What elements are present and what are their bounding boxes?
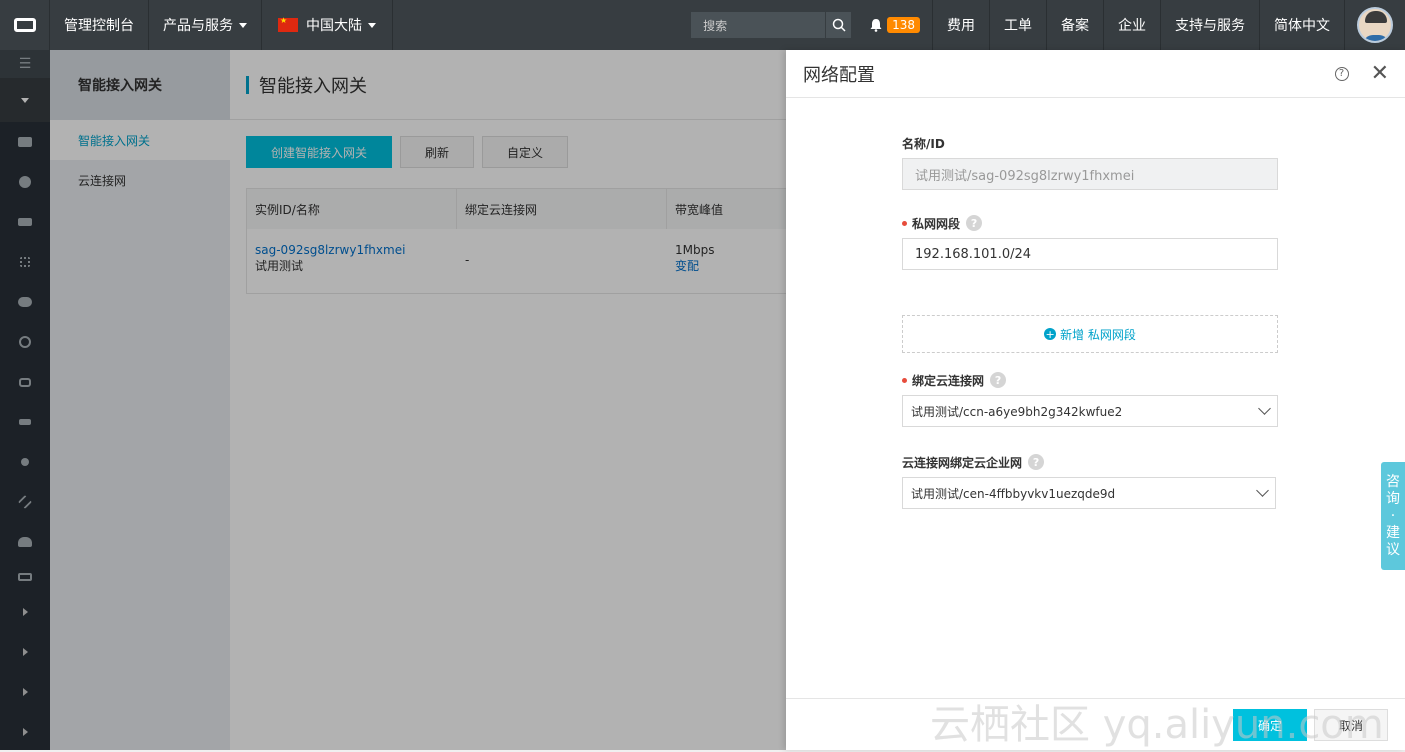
avatar [1357, 7, 1393, 43]
name-id-field: 试用测试/sag-092sg8lzrwy1fhxmei [902, 158, 1278, 190]
console-link[interactable]: 管理控制台 [50, 0, 149, 50]
consult-suggest-tab[interactable]: 咨 询 · 建 议 [1381, 462, 1405, 570]
chevron-down-icon [1258, 402, 1271, 415]
add-cidr-label: 新增 私网网段 [1060, 327, 1136, 342]
name-label: 名称/ID [902, 134, 1278, 152]
drawer-header: 网络配置 ? ✕ [786, 50, 1405, 98]
top-link-icp[interactable]: 备案 [1047, 0, 1104, 50]
network-config-drawer: 网络配置 ? ✕ 名称/ID 试用测试/sag-092sg8lzrwy1fhxm… [786, 50, 1405, 750]
aliyun-logo-icon[interactable] [0, 0, 50, 50]
cen-label-text: 云连接网绑定云企业网 [902, 455, 1023, 470]
top-link-tickets[interactable]: 工单 [990, 0, 1047, 50]
top-link-support[interactable]: 支持与服务 [1161, 0, 1260, 50]
chevron-down-icon [1256, 484, 1269, 497]
top-link-label: 工单 [1004, 18, 1032, 34]
consult-char: · [1390, 507, 1396, 524]
notification-count-badge: 138 [887, 17, 920, 33]
plus-circle-icon: + [1044, 327, 1057, 341]
top-link-label: 简体中文 [1274, 18, 1330, 34]
cen-select[interactable]: 试用测试/cen-4ffbbyvkv1uezqde9d [902, 477, 1276, 509]
chevron-down-icon [239, 22, 247, 28]
chevron-down-icon [368, 22, 376, 28]
required-dot [902, 220, 907, 226]
ccn-label: 绑定云连接网? [902, 371, 1278, 389]
ccn-select[interactable]: 试用测试/ccn-a6ye9bh2g342kwfue2 [902, 395, 1278, 427]
top-link-label: 备案 [1061, 18, 1089, 34]
products-menu[interactable]: 产品与服务 [149, 0, 262, 50]
notifications-button[interactable]: 138 [865, 0, 933, 50]
bell-icon [870, 19, 882, 32]
close-icon[interactable]: ✕ [1371, 62, 1389, 85]
search-box: 搜索 [691, 12, 852, 38]
confirm-button[interactable]: 确定 [1233, 709, 1307, 741]
ccn-label-text: 绑定云连接网 [912, 373, 985, 388]
console-label: 管理控制台 [64, 18, 134, 34]
search-input[interactable]: 搜索 [691, 12, 826, 38]
user-avatar-button[interactable] [1345, 0, 1405, 50]
cancel-button[interactable]: 取消 [1314, 709, 1388, 741]
consult-char: 议 [1386, 541, 1400, 558]
region-label: 中国大陆 [306, 18, 362, 34]
network-config-form: 名称/ID 试用测试/sag-092sg8lzrwy1fhxmei 私网网段? … [902, 134, 1278, 509]
consult-char: 询 [1386, 490, 1400, 507]
cidr-label-text: 私网网段 [912, 216, 961, 231]
modal-backdrop[interactable] [0, 50, 786, 750]
consult-char: 建 [1386, 524, 1400, 541]
drawer-footer: 确定 取消 [786, 698, 1405, 750]
top-link-label: 企业 [1118, 18, 1146, 34]
ccn-selected-value: 试用测试/ccn-a6ye9bh2g342kwfue2 [911, 404, 1123, 419]
china-flag-icon [278, 16, 298, 32]
add-cidr-button[interactable]: + 新增 私网网段 [902, 315, 1278, 353]
search-icon[interactable] [825, 12, 852, 38]
help-icon[interactable]: ? [1334, 66, 1349, 81]
top-navbar: 管理控制台 产品与服务 中国大陆 搜索 138 费用 工单 备案 企业 支持与服… [0, 0, 1405, 50]
top-link-label: 费用 [947, 18, 975, 34]
top-link-label: 支持与服务 [1175, 18, 1245, 34]
consult-char: 咨 [1386, 473, 1400, 490]
cen-label: 云连接网绑定云企业网? [902, 453, 1278, 471]
cidr-label: 私网网段? [902, 214, 1278, 232]
products-label: 产品与服务 [163, 18, 233, 34]
question-icon[interactable]: ? [966, 215, 983, 231]
top-link-billing[interactable]: 费用 [933, 0, 990, 50]
name-label-text: 名称/ID [902, 136, 945, 151]
cen-selected-value: 试用测试/cen-4ffbbyvkv1uezqde9d [911, 486, 1116, 501]
language-selector[interactable]: 简体中文 [1260, 0, 1345, 50]
question-icon[interactable]: ? [990, 372, 1007, 388]
region-selector[interactable]: 中国大陆 [262, 0, 393, 50]
drawer-title: 网络配置 [803, 64, 875, 86]
cidr-input[interactable]: 192.168.101.0/24 [902, 238, 1278, 270]
question-icon[interactable]: ? [1028, 454, 1045, 470]
required-dot [902, 377, 907, 383]
top-link-enterprise[interactable]: 企业 [1104, 0, 1161, 50]
